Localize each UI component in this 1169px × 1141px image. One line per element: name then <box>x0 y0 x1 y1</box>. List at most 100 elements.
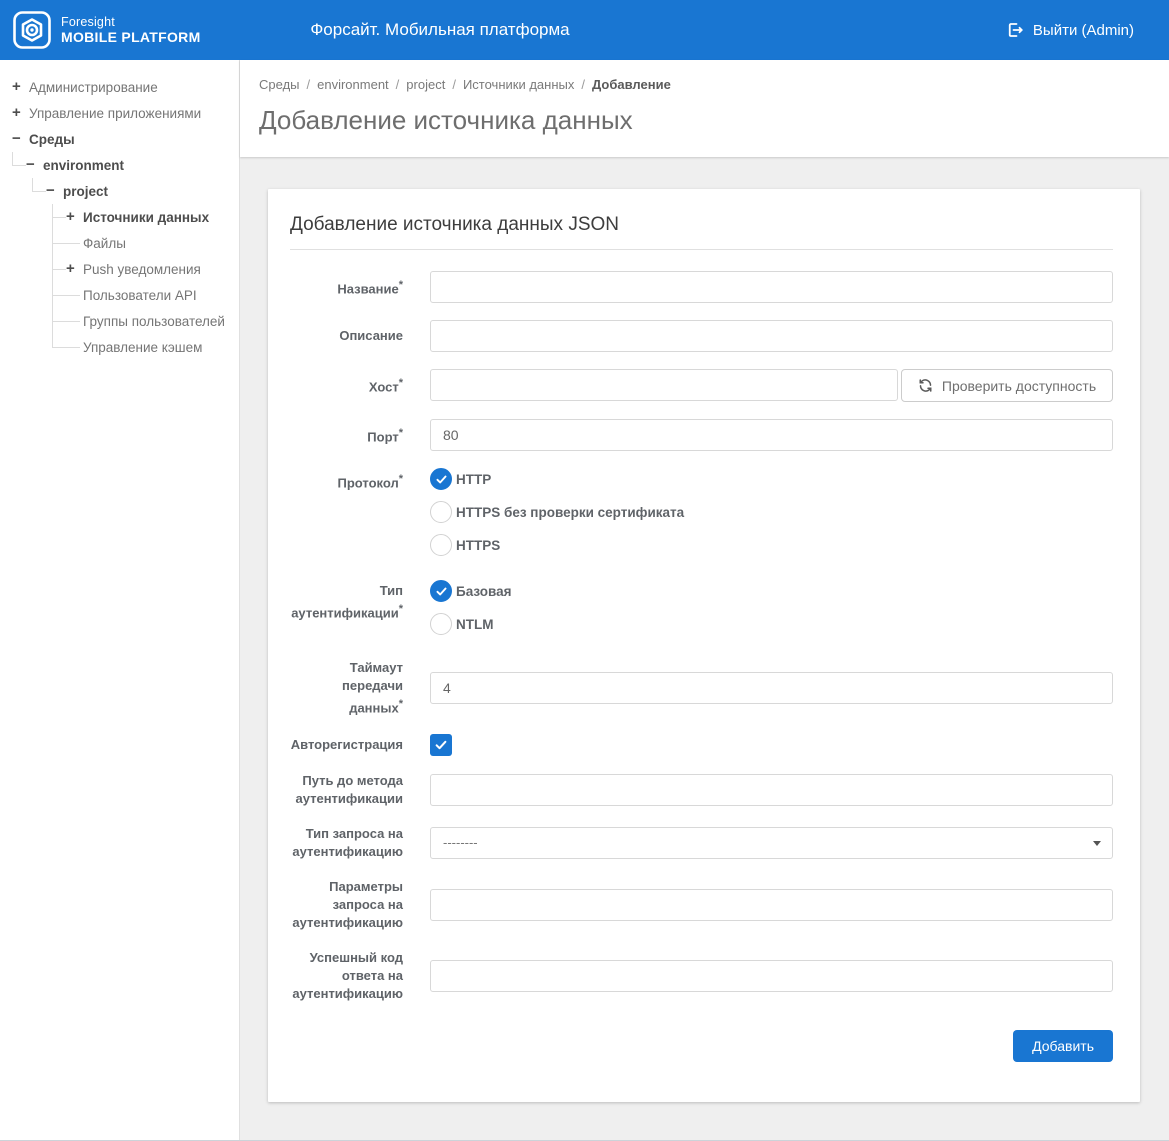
name-input[interactable] <box>430 271 1113 303</box>
expand-icon[interactable]: + <box>66 262 80 276</box>
auth-type-option-ntlm[interactable]: NTLM <box>430 613 1113 635</box>
page-title: Добавление источника данных <box>259 105 1169 136</box>
field-row-description: Описание <box>290 320 1113 352</box>
add-button[interactable]: Добавить <box>1013 1030 1113 1062</box>
content-area: Добавление источника данных JSON Названи… <box>240 157 1169 1141</box>
protocol-label: Протокол* <box>290 468 403 492</box>
protocol-option-https-no-cert[interactable]: HTTPS без проверки сертификата <box>430 501 1113 523</box>
sidebar-item-files[interactable]: Файлы <box>66 230 239 256</box>
breadcrumb-data-sources[interactable]: Источники данных <box>463 77 574 92</box>
brand-name: Foresight <box>61 15 201 29</box>
breadcrumb-project[interactable]: project <box>406 77 445 92</box>
collapse-icon[interactable]: − <box>46 184 60 198</box>
breadcrumb-environment[interactable]: environment <box>317 77 389 92</box>
auth-method-path-input[interactable] <box>430 774 1113 806</box>
field-row-host: Хост* Проверить доступность <box>290 369 1113 402</box>
sidebar-item-environments[interactable]: − Среды <box>6 126 239 152</box>
field-row-auth-type: Тип аутентификации* Базовая NTLM <box>290 580 1113 635</box>
refresh-icon <box>918 378 933 393</box>
field-row-protocol: Протокол* HTTP HTTPS без проверки сертиф <box>290 468 1113 556</box>
topbar: Среды / environment / project / Источник… <box>240 60 1169 157</box>
check-icon <box>435 585 448 598</box>
radio-checked-icon[interactable] <box>430 468 452 490</box>
breadcrumb-current: Добавление <box>592 77 671 92</box>
logout-button[interactable]: Выйти (Admin) <box>1006 21 1134 39</box>
check-availability-button[interactable]: Проверить доступность <box>901 369 1113 402</box>
app-title: Форсайт. Мобильная платформа <box>310 20 569 40</box>
host-input[interactable] <box>430 369 898 401</box>
radio-unchecked-icon[interactable] <box>430 613 452 635</box>
field-row-timeout: Таймаут передачи данных* <box>290 659 1113 717</box>
auth-type-label: Тип аутентификации* <box>290 580 403 622</box>
collapse-icon[interactable]: − <box>12 132 26 146</box>
autoregistration-label: Авторегистрация <box>290 736 403 754</box>
timeout-input[interactable] <box>430 672 1113 704</box>
field-row-autoregistration: Авторегистрация <box>290 734 1113 756</box>
field-row-name: Название* <box>290 271 1113 303</box>
sidebar-item-user-groups[interactable]: Группы пользователей <box>66 308 239 334</box>
collapse-icon[interactable]: − <box>26 158 40 172</box>
brand-logo-icon <box>13 11 51 49</box>
port-input[interactable] <box>430 419 1113 451</box>
breadcrumb-separator: / <box>307 77 311 92</box>
auth-request-type-value: -------- <box>443 835 478 850</box>
check-icon <box>435 473 448 486</box>
app-header: Foresight MOBILE PLATFORM Форсайт. Мобил… <box>0 0 1169 60</box>
port-label: Порт* <box>290 424 403 446</box>
expand-icon[interactable]: + <box>12 106 26 120</box>
card-title: Добавление источника данных JSON <box>290 210 1113 250</box>
submit-row: Добавить <box>290 1030 1113 1062</box>
logout-label: Выйти (Admin) <box>1033 22 1134 39</box>
protocol-option-https[interactable]: HTTPS <box>430 534 1113 556</box>
form-card: Добавление источника данных JSON Названи… <box>268 189 1140 1102</box>
auth-success-code-label: Успешный код ответа на аутентификацию <box>290 949 403 1003</box>
auth-request-params-label: Параметры запроса на аутентификацию <box>290 878 403 932</box>
description-label: Описание <box>290 327 403 345</box>
auth-success-code-input[interactable] <box>430 960 1113 992</box>
select-arrow-icon <box>1093 841 1101 846</box>
logout-icon <box>1006 21 1024 39</box>
required-marker: * <box>399 427 403 439</box>
auth-method-path-label: Путь до метода аутентификации <box>290 772 403 808</box>
auth-request-type-select[interactable]: -------- <box>430 827 1113 859</box>
brand: Foresight MOBILE PLATFORM <box>13 11 201 49</box>
name-label: Название* <box>290 276 403 298</box>
expand-icon[interactable]: + <box>66 210 80 224</box>
field-row-auth-method-path: Путь до метода аутентификации <box>290 772 1113 808</box>
check-availability-label: Проверить доступность <box>942 378 1096 394</box>
auth-request-type-label: Тип запроса на аутентификацию <box>290 825 403 861</box>
radio-unchecked-icon[interactable] <box>430 534 452 556</box>
required-marker: * <box>399 377 403 389</box>
protocol-option-http[interactable]: HTTP <box>430 468 1113 490</box>
required-marker: * <box>399 473 403 485</box>
radio-unchecked-icon[interactable] <box>430 501 452 523</box>
brand-text: Foresight MOBILE PLATFORM <box>61 15 201 45</box>
expand-icon[interactable]: + <box>12 80 26 94</box>
radio-checked-icon[interactable] <box>430 580 452 602</box>
breadcrumb: Среды / environment / project / Источник… <box>259 77 1169 92</box>
auth-request-params-input[interactable] <box>430 889 1113 921</box>
sidebar-item-push-notifications[interactable]: + Push уведомления <box>66 256 239 282</box>
host-label: Хост* <box>290 374 403 396</box>
brand-product: MOBILE PLATFORM <box>61 29 201 45</box>
sidebar-item-administration[interactable]: + Администрирование <box>6 74 239 100</box>
required-marker: * <box>399 279 403 291</box>
sidebar-item-api-users[interactable]: Пользователи API <box>66 282 239 308</box>
sidebar-item-app-management[interactable]: + Управление приложениями <box>6 100 239 126</box>
timeout-label: Таймаут передачи данных* <box>290 659 403 717</box>
autoregistration-checkbox[interactable] <box>430 734 452 756</box>
field-row-port: Порт* <box>290 419 1113 451</box>
breadcrumb-separator: / <box>452 77 456 92</box>
auth-type-option-basic[interactable]: Базовая <box>430 580 1113 602</box>
sidebar-item-project[interactable]: − project <box>46 178 239 204</box>
sidebar-item-data-sources[interactable]: + Источники данных <box>66 204 239 230</box>
required-marker: * <box>399 698 403 710</box>
description-input[interactable] <box>430 320 1113 352</box>
field-row-auth-request-type: Тип запроса на аутентификацию -------- <box>290 825 1113 861</box>
application-window: Foresight MOBILE PLATFORM Форсайт. Мобил… <box>0 0 1169 1141</box>
breadcrumb-environments[interactable]: Среды <box>259 77 300 92</box>
field-row-auth-success-code: Успешный код ответа на аутентификацию <box>290 949 1113 1003</box>
sidebar-item-environment[interactable]: − environment <box>26 152 239 178</box>
navigation-tree: + Администрирование + Управление приложе… <box>6 74 239 360</box>
sidebar-item-cache-management[interactable]: Управление кэшем <box>66 334 239 360</box>
